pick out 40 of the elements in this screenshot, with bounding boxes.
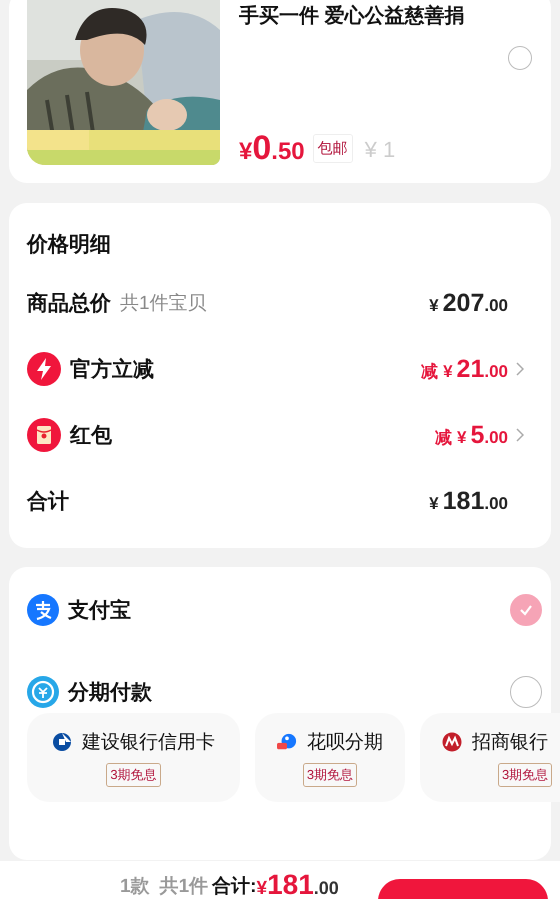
select-radio[interactable] [508, 46, 532, 70]
plan-label: 花呗分期 [307, 730, 383, 754]
amount: ¥ 181.00 [429, 488, 508, 514]
section-title: 价格明细 [27, 232, 112, 258]
payment-radio[interactable] [510, 676, 542, 708]
alipay-icon [27, 594, 59, 626]
shipping-tag: 包邮 [312, 134, 353, 163]
product-price: ¥0.50 [239, 131, 305, 165]
amount: 减 ¥ 21.00 [421, 356, 508, 382]
bank-logo-icon [52, 732, 72, 752]
interest-free-tag: 3期免息 [106, 762, 161, 786]
installment-plan[interactable]: 花呗分期 3期免息 [255, 713, 405, 802]
row-label: 官方立减 [70, 356, 154, 384]
payment-radio[interactable] [510, 594, 542, 626]
huabei-icon [277, 732, 297, 752]
installment-icon [27, 676, 59, 708]
lightning-icon [27, 352, 61, 386]
plan-label: 招商银行 [472, 730, 548, 754]
bank-logo-icon [442, 732, 462, 752]
amount: ¥ 207.00 [429, 290, 508, 316]
interest-free-tag: 3期免息 [498, 762, 552, 786]
style-count: 1款 [120, 875, 150, 899]
plan-label: 建设银行信用卡 [82, 730, 215, 754]
interest-free-tag: 3期免息 [302, 762, 358, 786]
envelope-icon [27, 418, 61, 452]
row-label: 商品总价 [27, 290, 111, 318]
payment-option[interactable]: 分期付款 [68, 678, 152, 706]
item-count: 共1件宝贝 [120, 292, 207, 316]
installment-plan[interactable]: 建设银行信用卡 3期免息 [27, 713, 240, 802]
payment-option[interactable]: 支付宝 [68, 596, 131, 624]
chevron-icon[interactable] [516, 362, 524, 376]
amount: 减 ¥ 5.00 [434, 422, 508, 448]
chevron-icon[interactable] [516, 428, 524, 442]
total-label: 合计: [212, 875, 256, 899]
total-price: ¥181.00 [256, 871, 339, 899]
row-label: 红包 [70, 423, 112, 450]
installment-plan[interactable]: 招商银行 3期免息 [420, 713, 560, 802]
product-title: 手买一件 爱心公益慈善捐 [239, 3, 466, 29]
row-label: 合计 [27, 489, 69, 516]
item-count: 共1件 [160, 875, 208, 899]
